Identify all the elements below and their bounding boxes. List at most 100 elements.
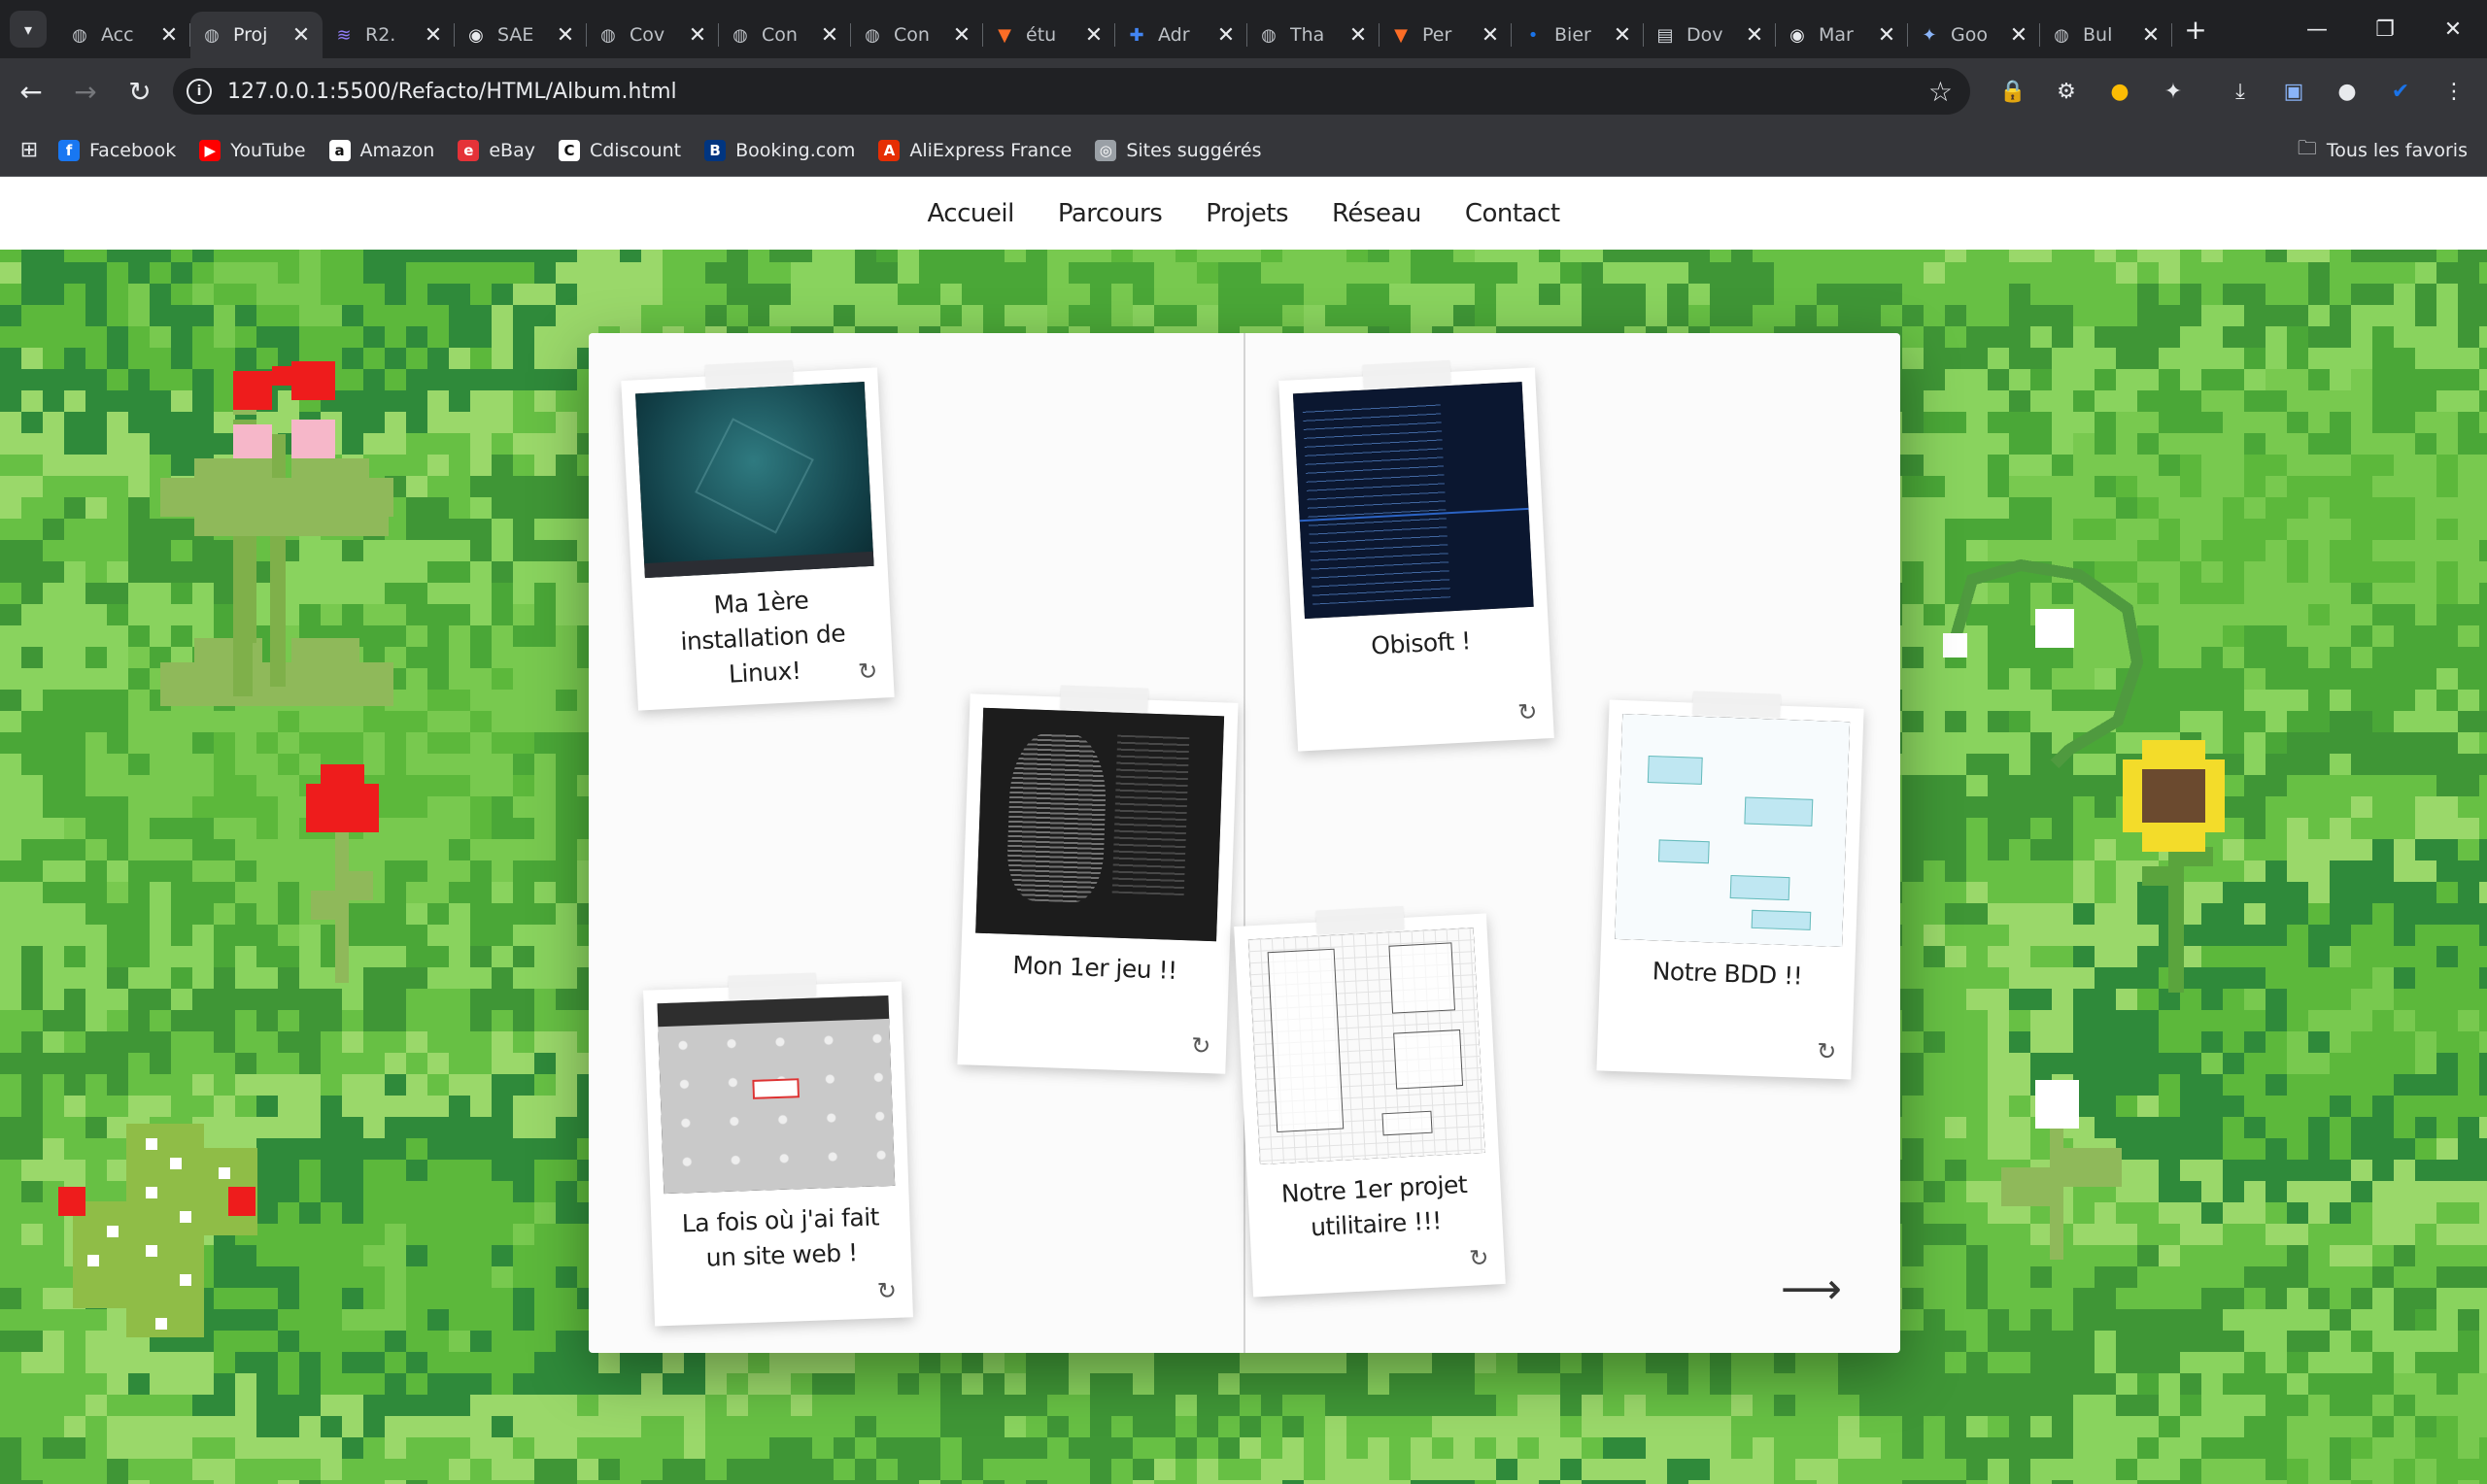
- back-button[interactable]: ←: [8, 68, 54, 115]
- nav-link-4[interactable]: Contact: [1465, 199, 1560, 228]
- bookmark-item[interactable]: A AliExpress France: [878, 139, 1072, 161]
- bookmark-star-icon[interactable]: ☆: [1928, 76, 1953, 108]
- sidebar-icon[interactable]: ▣: [2270, 68, 2317, 115]
- gitlab-icon: ▼: [1394, 24, 1408, 46]
- polaroid-card[interactable]: Obisoft ! ↻: [1278, 359, 1554, 752]
- browser-tab[interactable]: ◍ Acc ✕: [58, 12, 190, 58]
- polaroid-card[interactable]: La fois où j'ai fait un site web ! ↻: [643, 972, 913, 1327]
- close-tab-icon[interactable]: ✕: [818, 23, 841, 48]
- close-tab-icon[interactable]: ✕: [1875, 23, 1898, 48]
- flip-card-icon[interactable]: ↻: [1469, 1244, 1490, 1272]
- password-manager-icon[interactable]: 🔒: [1990, 68, 2036, 115]
- browser-tab[interactable]: ≋ R2. ✕: [323, 12, 455, 58]
- browser-tab[interactable]: • Bier ✕: [1512, 12, 1644, 58]
- bookmark-item[interactable]: B Booking.com: [704, 139, 856, 161]
- next-page-arrow-icon[interactable]: ⟶: [1781, 1265, 1842, 1314]
- close-tab-icon[interactable]: ✕: [2139, 23, 2163, 48]
- bookmark-item[interactable]: ▶ YouTube: [199, 139, 306, 161]
- polaroid-card[interactable]: Ma 1ère installation de Linux! ↻: [621, 359, 895, 711]
- browser-tab[interactable]: ◍ Bul ✕: [2040, 12, 2172, 58]
- window-controls: — ❐ ✕: [2283, 0, 2487, 58]
- browser-tab[interactable]: ◍ Cov ✕: [587, 12, 719, 58]
- all-bookmarks-button[interactable]: 🗀 Tous les favoris: [2298, 134, 2468, 167]
- polaroid-card[interactable]: Mon 1er jeu !! ↻: [957, 685, 1239, 1074]
- flip-card-icon[interactable]: ↻: [1191, 1031, 1211, 1060]
- photo-ascii-game: [975, 707, 1225, 942]
- bookmark-label: YouTube: [230, 139, 306, 161]
- new-tab-button[interactable]: +: [2176, 10, 2215, 49]
- browser-tab[interactable]: ✦ Goo ✕: [1908, 12, 2040, 58]
- tab-title: Adr: [1158, 24, 1190, 46]
- album-spine: [1244, 333, 1245, 1353]
- browser-tab[interactable]: ◍ Con ✕: [719, 12, 851, 58]
- wave-icon: ≋: [336, 24, 352, 46]
- restore-button[interactable]: ❐: [2351, 0, 2419, 58]
- close-tab-icon[interactable]: ✕: [554, 23, 577, 48]
- polaroid-card[interactable]: Notre BDD !! ↻: [1596, 691, 1864, 1080]
- nav-link-0[interactable]: Accueil: [927, 199, 1014, 228]
- browser-tab[interactable]: ✚ Adr ✕: [1115, 12, 1247, 58]
- browser-tab[interactable]: ◉ SAE ✕: [455, 12, 587, 58]
- close-tab-icon[interactable]: ✕: [950, 23, 973, 48]
- nav-link-1[interactable]: Parcours: [1058, 199, 1163, 228]
- browser-tab[interactable]: ◍ Tha ✕: [1247, 12, 1380, 58]
- close-tab-icon[interactable]: ✕: [1082, 23, 1106, 48]
- close-window-button[interactable]: ✕: [2419, 0, 2487, 58]
- nav-link-3[interactable]: Réseau: [1332, 199, 1421, 228]
- close-tab-icon[interactable]: ✕: [686, 23, 709, 48]
- browser-tab[interactable]: ▤ Dov ✕: [1644, 12, 1776, 58]
- menu-kebab-icon[interactable]: ⋮: [2431, 68, 2477, 115]
- profile-icon[interactable]: ●: [2324, 68, 2370, 115]
- nav-link-2[interactable]: Projets: [1206, 199, 1288, 228]
- tape-strip: [1315, 905, 1405, 934]
- flip-card-icon[interactable]: ↻: [1817, 1037, 1837, 1065]
- extension-gear-icon[interactable]: ⚙: [2043, 68, 2090, 115]
- close-tab-icon[interactable]: ✕: [1479, 23, 1502, 48]
- apps-grid-icon[interactable]: ⊞: [0, 138, 58, 162]
- bookmark-label: Facebook: [89, 139, 177, 161]
- close-tab-icon[interactable]: ✕: [422, 23, 445, 48]
- browser-tab[interactable]: ▼ Per ✕: [1380, 12, 1512, 58]
- photo-caption: Ma 1ère installation de Linux!: [679, 586, 846, 689]
- gitlab-icon: ▼: [998, 24, 1011, 46]
- downloads-icon[interactable]: ⤓: [2217, 68, 2264, 115]
- tab-search-button[interactable]: ▾: [10, 11, 47, 48]
- url-text[interactable]: 127.0.0.1:5500/Refacto/HTML/Album.html: [227, 80, 677, 104]
- close-tab-icon[interactable]: ✕: [1611, 23, 1634, 48]
- bookmark-item[interactable]: ◎ Sites suggérés: [1095, 139, 1262, 161]
- minimize-button[interactable]: —: [2283, 0, 2351, 58]
- browser-tab[interactable]: ◍ Con ✕: [851, 12, 983, 58]
- photo-caption: Mon 1er jeu !!: [1011, 951, 1178, 985]
- browser-tab[interactable]: ◍ Proj ✕: [190, 12, 323, 58]
- browser-toolbar: ← → ↻ i 127.0.0.1:5500/Refacto/HTML/Albu…: [0, 58, 2487, 124]
- flip-card-icon[interactable]: ↻: [857, 658, 878, 686]
- bookmark-label: Booking.com: [735, 139, 856, 161]
- browser-tab[interactable]: ▼ étu ✕: [983, 12, 1115, 58]
- reload-button[interactable]: ↻: [117, 68, 163, 115]
- address-bar[interactable]: i 127.0.0.1:5500/Refacto/HTML/Album.html…: [173, 68, 1970, 115]
- pixel-flower-white: [2001, 1080, 2122, 1260]
- bookmark-item[interactable]: f Facebook: [58, 139, 177, 161]
- extensions-puzzle-icon[interactable]: ✦: [2150, 68, 2197, 115]
- bookmark-item[interactable]: e eBay: [458, 139, 535, 161]
- close-tab-icon[interactable]: ✕: [1743, 23, 1766, 48]
- tab-title: Per: [1422, 24, 1452, 46]
- tab-strip: ▾ ◍ Acc ✕ ◍ Proj ✕ ≋ R2. ✕ ◉ SAE ✕ ◍ Cov ✕ ◍ …: [0, 0, 2487, 58]
- chevron-down-icon: ▾: [23, 19, 33, 39]
- polaroid-card[interactable]: Notre 1er projet utilitaire !!! ↻: [1234, 905, 1506, 1298]
- extension-yellow-icon[interactable]: ●: [2096, 68, 2143, 115]
- photo-caption: La fois où j'ai fait un site web !: [681, 1202, 880, 1272]
- bookmark-item[interactable]: a Amazon: [328, 139, 434, 161]
- forward-button[interactable]: →: [62, 68, 109, 115]
- close-tab-icon[interactable]: ✕: [157, 23, 181, 48]
- close-tab-icon[interactable]: ✕: [2007, 23, 2030, 48]
- close-tab-icon[interactable]: ✕: [290, 23, 313, 48]
- browser-tab[interactable]: ◉ Mar ✕: [1776, 12, 1908, 58]
- close-tab-icon[interactable]: ✕: [1214, 23, 1238, 48]
- site-info-icon[interactable]: i: [187, 79, 212, 104]
- bookmark-item[interactable]: C Cdiscount: [558, 139, 681, 161]
- shield-icon[interactable]: ✔: [2377, 68, 2424, 115]
- flip-card-icon[interactable]: ↻: [1517, 698, 1539, 726]
- close-tab-icon[interactable]: ✕: [1346, 23, 1370, 48]
- flip-card-icon[interactable]: ↻: [876, 1277, 897, 1305]
